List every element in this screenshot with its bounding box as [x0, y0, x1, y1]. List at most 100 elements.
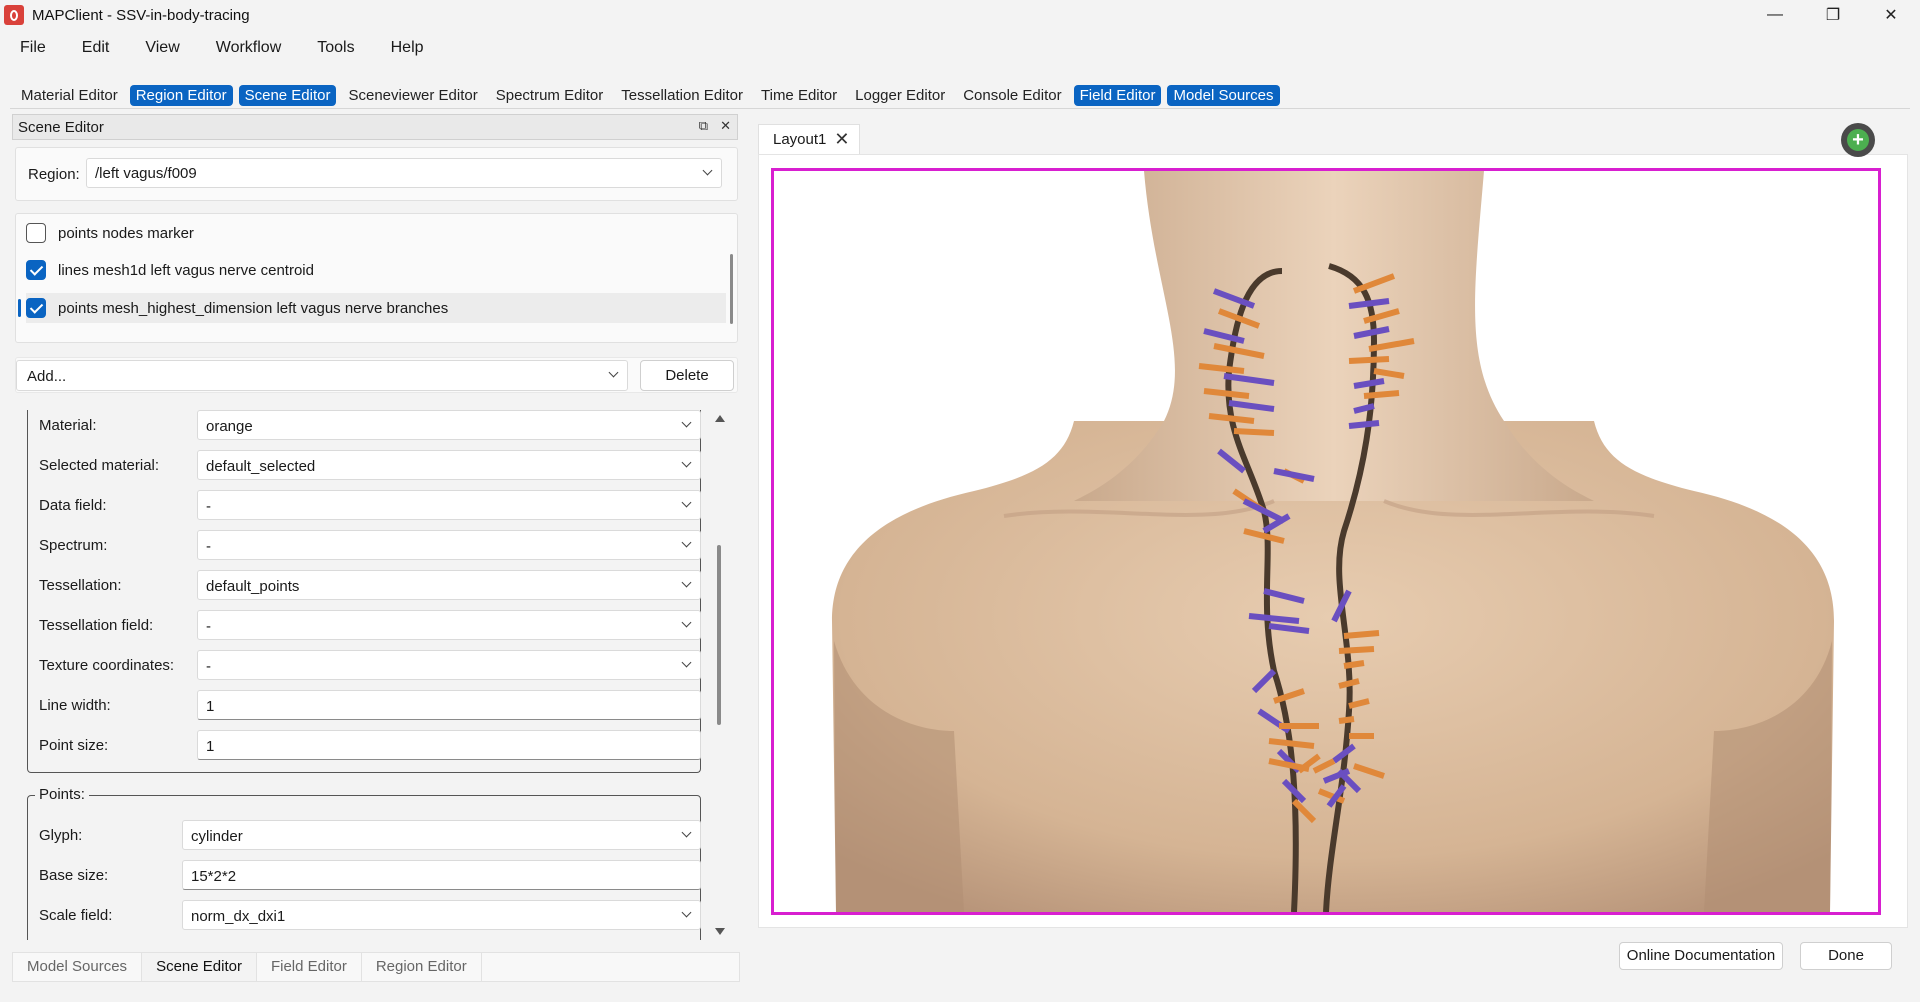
chevron-down-icon [682, 459, 692, 469]
point-size-label: Point size: [39, 737, 109, 754]
tessellation-field-select[interactable]: - [197, 610, 701, 640]
spectrum-value: - [206, 538, 211, 555]
selected-material-row: Selected material: default_selected [39, 450, 701, 480]
graphics-item-label: points nodes marker [58, 224, 194, 242]
tessellation-value: default_points [206, 578, 300, 595]
plus-icon: + [1847, 129, 1869, 151]
selected-material-label: Selected material: [39, 457, 160, 474]
region-select[interactable]: /left vagus/f009 [86, 158, 722, 188]
region-value: /left vagus/f009 [95, 165, 197, 182]
toolbar-time-editor[interactable]: Time Editor [755, 85, 843, 106]
toolbar-field-editor[interactable]: Field Editor [1073, 85, 1162, 106]
tab-layout1[interactable]: Layout1 ✕ [758, 124, 860, 154]
material-label: Material: [39, 417, 97, 434]
layout-tab-label: Layout1 [773, 131, 827, 148]
toolbar-region-editor[interactable]: Region Editor [129, 85, 233, 106]
graphics-item-label: points mesh_highest_dimension left vagus… [58, 299, 449, 317]
data-field-select[interactable]: - [197, 490, 701, 520]
menu-tools[interactable]: Tools [297, 34, 370, 64]
done-button[interactable]: Done [1800, 942, 1892, 970]
chevron-down-icon [682, 619, 692, 629]
menu-bar: File Edit View Workflow Tools Help [0, 34, 440, 64]
base-size-row: Base size: 15*2*2 [39, 860, 701, 890]
scrollbar-thumb[interactable] [717, 545, 721, 725]
material-select[interactable]: orange [197, 410, 701, 440]
tab-scene-editor[interactable]: Scene Editor [142, 953, 257, 981]
texture-coordinates-row: Texture coordinates: - [39, 650, 701, 680]
scroll-down-icon[interactable] [715, 928, 725, 935]
tab-region-editor[interactable]: Region Editor [362, 953, 482, 981]
data-field-value: - [206, 498, 211, 515]
texture-coordinates-select[interactable]: - [197, 650, 701, 680]
close-icon[interactable]: ✕ [720, 118, 731, 134]
toolbar-scene-editor[interactable]: Scene Editor [238, 85, 337, 106]
graphics-settings-panel: Material: orange Selected material: defa… [15, 410, 715, 940]
graphics-list: points nodes marker lines mesh1d left va… [15, 213, 738, 343]
toolbar-material-editor[interactable]: Material Editor [15, 85, 124, 106]
toolbar-tessellation-editor[interactable]: Tessellation Editor [615, 85, 749, 106]
graphics-checkbox[interactable] [26, 223, 46, 243]
tessellation-field-label: Tessellation field: [39, 617, 154, 634]
editor-toolbar: Material Editor Region Editor Scene Edit… [15, 85, 1286, 106]
glyph-label: Glyph: [39, 827, 83, 844]
menu-view[interactable]: View [125, 34, 195, 64]
scroll-up-icon[interactable] [715, 415, 725, 422]
online-documentation-button[interactable]: Online Documentation [1619, 942, 1783, 970]
graphics-item-label: lines mesh1d left vagus nerve centroid [58, 261, 314, 279]
glyph-row: Glyph: cylinder [39, 820, 701, 850]
menu-edit[interactable]: Edit [62, 34, 126, 64]
chevron-down-icon [682, 829, 692, 839]
toolbar-sceneviewer-editor[interactable]: Sceneviewer Editor [342, 85, 483, 106]
scene-editor-dock-title[interactable]: Scene Editor ⧉ ✕ [12, 114, 738, 140]
toolbar-model-sources[interactable]: Model Sources [1167, 85, 1280, 106]
graphics-item-lines-centroid[interactable]: lines mesh1d left vagus nerve centroid [26, 255, 726, 285]
point-size-input[interactable]: 1 [197, 730, 701, 760]
maximize-button[interactable]: ❐ [1804, 0, 1862, 30]
body-model-render [832, 171, 1834, 912]
graphics-checkbox[interactable] [26, 260, 46, 280]
chevron-down-icon [703, 167, 713, 177]
spectrum-select[interactable]: - [197, 530, 701, 560]
graphics-list-scrollbar[interactable] [730, 254, 733, 324]
selected-material-select[interactable]: default_selected [197, 450, 701, 480]
glyph-value: cylinder [191, 828, 243, 845]
line-width-input[interactable]: 1 [197, 690, 701, 720]
scale-field-value: norm_dx_dxi1 [191, 908, 286, 925]
dock-title-text: Scene Editor [18, 118, 104, 136]
settings-scrollbar[interactable] [713, 410, 727, 940]
tab-field-editor[interactable]: Field Editor [257, 953, 362, 981]
graphics-item-points-branches[interactable]: points mesh_highest_dimension left vagus… [18, 293, 726, 323]
chevron-down-icon [682, 419, 692, 429]
menu-workflow[interactable]: Workflow [196, 34, 298, 64]
neck-shape [1074, 171, 1594, 501]
chevron-down-icon [682, 499, 692, 509]
tessellation-label: Tessellation: [39, 577, 122, 594]
tab-model-sources[interactable]: Model Sources [13, 953, 143, 981]
line-width-label: Line width: [39, 697, 111, 714]
base-size-input[interactable]: 15*2*2 [182, 860, 701, 890]
graphics-checkbox[interactable] [26, 298, 46, 318]
texture-coordinates-label: Texture coordinates: [39, 657, 175, 674]
menu-file[interactable]: File [0, 34, 62, 64]
tessellation-select[interactable]: default_points [197, 570, 701, 600]
chevron-down-icon [682, 539, 692, 549]
minimize-button[interactable]: — [1746, 0, 1804, 30]
add-layout-button[interactable]: + [1841, 123, 1875, 157]
toolbar-spectrum-editor[interactable]: Spectrum Editor [490, 85, 610, 106]
close-button[interactable]: ✕ [1862, 0, 1920, 30]
menu-help[interactable]: Help [371, 34, 440, 64]
add-graphics-select[interactable]: Add... [16, 360, 628, 391]
scene-viewer[interactable] [771, 168, 1881, 915]
delete-button[interactable]: Delete [640, 360, 734, 391]
title-bar: MAPClient - SSV-in-body-tracing — ❐ ✕ [0, 0, 1920, 30]
float-icon[interactable]: ⧉ [699, 118, 708, 134]
graphics-item-points-nodes[interactable]: points nodes marker [26, 218, 726, 248]
toolbar-logger-editor[interactable]: Logger Editor [849, 85, 951, 106]
close-icon[interactable]: ✕ [834, 129, 849, 150]
glyph-select[interactable]: cylinder [182, 820, 701, 850]
app-icon [4, 5, 24, 25]
scale-field-select[interactable]: norm_dx_dxi1 [182, 900, 701, 930]
points-group-label: Points: [35, 786, 89, 803]
add-graphics-bar: Add... Delete [15, 357, 738, 393]
toolbar-console-editor[interactable]: Console Editor [957, 85, 1067, 106]
